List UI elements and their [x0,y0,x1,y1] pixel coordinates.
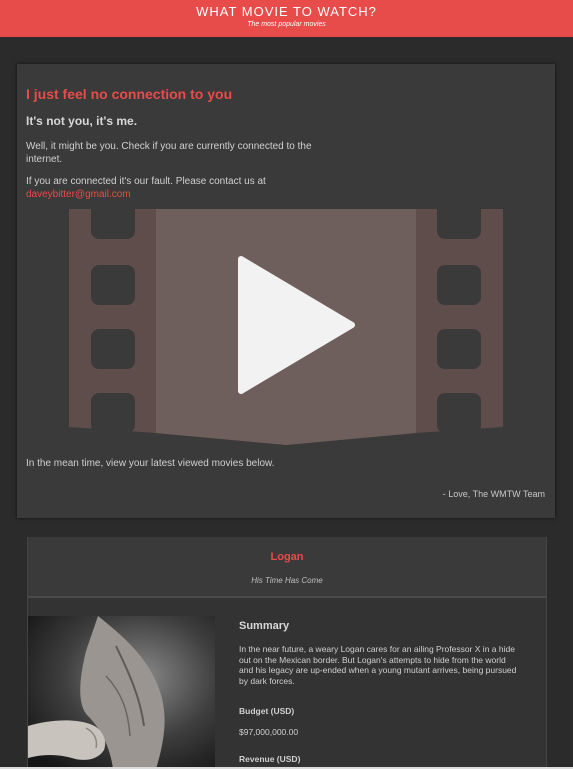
film-play-icon [69,209,503,445]
contact-email-link[interactable]: daveybitter@gmail.com [26,189,131,200]
app-subtitle: The most popular movies [247,21,326,28]
meantime-message: In the mean time, view your latest viewe… [26,458,275,469]
movie-title: Logan [270,551,304,563]
movie-card-header: Logan His Time Has Come [28,537,546,598]
error-subheading: It's not you, it's me. [26,114,138,128]
error-heading: I just feel no connection to you [26,86,233,102]
app-title: WHAT MOVIE TO WATCH? [196,4,377,19]
movie-tagline: His Time Has Come [251,576,323,585]
error-paragraph-contact: If you are connected it's our fault. Ple… [26,175,316,201]
connection-error-panel: I just feel no connection to you It's no… [17,64,555,518]
revenue-label: Revenue (USD) [239,754,301,764]
error-paragraph-check-connection: Well, it might be you. Check if you are … [26,141,312,165]
budget-label: Budget (USD) [239,706,295,716]
budget-value: $97,000,000.00 [239,727,299,737]
summary-heading: Summary [239,620,290,632]
movie-card[interactable]: Logan His Time Has Come Summary In the n… [27,537,547,769]
team-signature: - Love, The WMTW Team [442,489,545,499]
contact-text: If you are connected it's our fault. Ple… [26,176,266,187]
summary-text: In the near future, a weary Logan cares … [239,644,517,686]
poster-image [28,616,215,769]
movie-poster [28,616,215,769]
app-header: WHAT MOVIE TO WATCH? The most popular mo… [0,0,573,37]
